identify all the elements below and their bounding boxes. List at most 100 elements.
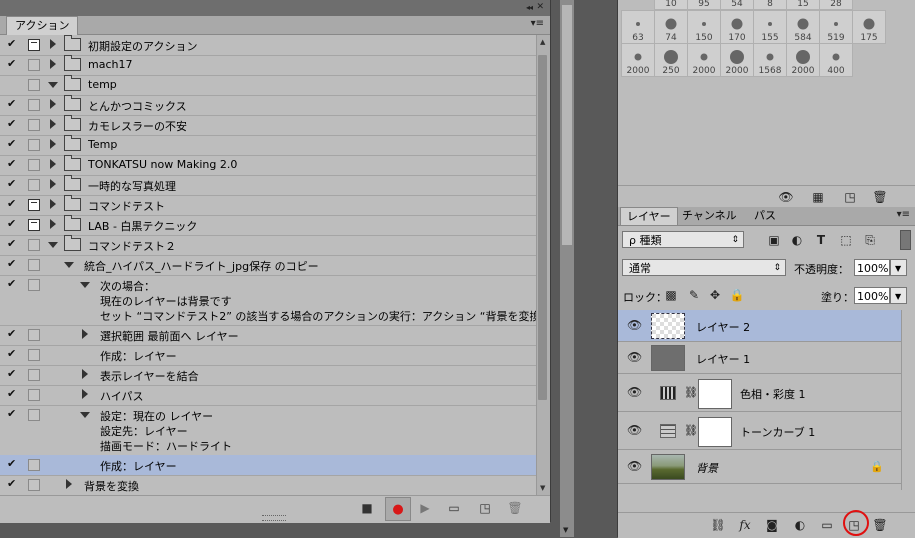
play-button[interactable]: ▶: [416, 500, 434, 516]
mask-link-icon[interactable]: ⛓: [684, 386, 698, 399]
shape-filter-icon[interactable]: ⬚: [838, 232, 854, 248]
toggle-checkmark-icon[interactable]: ✔: [7, 57, 19, 70]
close-panel-icon[interactable]: ✕: [536, 2, 544, 12]
new-action-button[interactable]: ◳: [476, 500, 494, 516]
brush-preset[interactable]: 10: [654, 0, 688, 10]
dialog-toggle-icon[interactable]: [28, 479, 40, 491]
fill-input[interactable]: 100%: [854, 287, 890, 304]
layer-name[interactable]: 背景: [696, 460, 718, 476]
brush-preset[interactable]: 63: [621, 10, 655, 44]
blend-mode-select[interactable]: 通常 ⇕: [622, 259, 786, 276]
visibility-eye-icon[interactable]: 👁: [627, 318, 642, 332]
layer-row[interactable]: 👁 レイヤー 2: [618, 310, 901, 342]
panel-menu-icon[interactable]: ▾≡: [897, 209, 910, 220]
new-adjustment-icon[interactable]: ◐: [791, 517, 809, 533]
layer-row[interactable]: 👁 ⛓ トーンカーブ 1: [618, 412, 901, 450]
visibility-eye-icon[interactable]: 👁: [627, 350, 642, 364]
expand-triangle-icon[interactable]: [50, 179, 56, 189]
actions-scroll-thumb[interactable]: [538, 55, 547, 400]
action-set-row[interactable]: ✔ コマンドテスト: [0, 195, 536, 216]
action-step-row[interactable]: ✔ 次の場合： 現在のレイヤーは背景です セット “コマンドテスト2” の該当する場合…: [0, 275, 536, 326]
curves-icon[interactable]: [660, 424, 676, 438]
dialog-toggle-icon[interactable]: [28, 409, 40, 421]
dialog-toggle-icon[interactable]: [28, 369, 40, 381]
delete-action-button[interactable]: 🗑: [506, 500, 524, 516]
collapse-triangle-icon[interactable]: [48, 82, 58, 88]
collapse-panel-icon[interactable]: ◂◂: [526, 3, 533, 12]
dialog-toggle-icon[interactable]: [28, 199, 40, 211]
visibility-eye-icon[interactable]: 👁: [627, 423, 642, 437]
toggle-checkmark-icon[interactable]: ✔: [7, 217, 19, 230]
action-set-row[interactable]: ✔ とんかつコミックス: [0, 95, 536, 116]
pixel-filter-icon[interactable]: ▣: [766, 232, 782, 248]
toggle-checkmark-icon[interactable]: ✔: [7, 117, 19, 130]
tab-actions[interactable]: アクション: [6, 16, 79, 35]
action-set-row[interactable]: ✔ 初期設定のアクション: [0, 35, 536, 56]
toggle-checkmark-icon[interactable]: ✔: [7, 327, 19, 340]
action-set-row[interactable]: ✔ 一時的な写真処理: [0, 175, 536, 196]
layer-name[interactable]: 色相・彩度 1: [740, 386, 806, 402]
tab-layers[interactable]: レイヤー: [620, 207, 678, 225]
delete-preset-icon[interactable]: 🗑: [872, 189, 888, 205]
document-scroll-thumb[interactable]: [562, 5, 572, 245]
mask-link-icon[interactable]: ⛓: [684, 424, 698, 437]
layer-name[interactable]: レイヤー 2: [696, 319, 750, 335]
toggle-checkmark-icon[interactable]: ✔: [7, 157, 19, 170]
brush-preset[interactable]: 2000: [720, 43, 754, 77]
layer-row[interactable]: 👁 レイヤー 1: [618, 342, 901, 374]
expand-triangle-icon[interactable]: [66, 479, 72, 489]
brush-preset[interactable]: 250: [654, 43, 688, 77]
layer-mask-thumbnail[interactable]: [698, 417, 732, 447]
action-step-row[interactable]: ✔ 統合_ハイパス_ハードライト_jpg保存 のコピー: [0, 255, 536, 276]
tab-paths[interactable]: パス: [748, 207, 782, 224]
layers-scrollbar[interactable]: [901, 310, 915, 490]
layer-thumbnail[interactable]: [651, 313, 685, 339]
layer-thumbnail[interactable]: [651, 454, 685, 480]
action-step-row[interactable]: ✔ 選択範囲 最前面へ レイヤー: [0, 325, 536, 346]
action-set-row[interactable]: ✔ カモレスラーの不安: [0, 115, 536, 136]
dialog-toggle-icon[interactable]: [28, 329, 40, 341]
dialog-toggle-icon[interactable]: [28, 389, 40, 401]
record-button[interactable]: ●: [385, 497, 411, 521]
toggle-checkmark-icon[interactable]: ✔: [7, 367, 19, 380]
toggle-checkmark-icon[interactable]: ✔: [7, 37, 19, 50]
brush-preset[interactable]: 2000: [687, 43, 721, 77]
dialog-toggle-icon[interactable]: [28, 99, 40, 111]
toggle-checkmark-icon[interactable]: ✔: [7, 197, 19, 210]
expand-triangle-icon[interactable]: [82, 389, 88, 399]
opacity-input[interactable]: 100%: [854, 259, 890, 276]
layer-mask-thumbnail[interactable]: [698, 379, 732, 409]
resize-grip[interactable]: [262, 515, 286, 521]
dialog-toggle-icon[interactable]: [28, 79, 40, 91]
brush-preset[interactable]: 95: [687, 0, 721, 10]
expand-triangle-icon[interactable]: [82, 369, 88, 379]
brush-preset[interactable]: 519: [819, 10, 853, 44]
expand-triangle-icon[interactable]: [50, 159, 56, 169]
dialog-toggle-icon[interactable]: [28, 159, 40, 171]
collapse-triangle-icon[interactable]: [80, 412, 90, 418]
toggle-checkmark-icon[interactable]: ✔: [7, 407, 19, 420]
action-set-row[interactable]: ✔ TONKATSU now Making 2.0: [0, 155, 536, 176]
dialog-toggle-icon[interactable]: [28, 279, 40, 291]
dialog-toggle-icon[interactable]: [28, 39, 40, 51]
brush-preset[interactable]: 54: [720, 0, 754, 10]
delete-layer-icon[interactable]: 🗑: [871, 517, 889, 533]
toggle-checkmark-icon[interactable]: ✔: [7, 257, 19, 270]
opacity-dropdown[interactable]: ▼: [890, 259, 907, 276]
action-set-row[interactable]: ✔ mach17: [0, 55, 536, 76]
layer-row[interactable]: 👁 ⛓ 色相・彩度 1: [618, 374, 901, 412]
brush-preset[interactable]: 8: [753, 0, 787, 10]
grid-view-icon[interactable]: ▦: [810, 189, 826, 205]
link-layers-icon[interactable]: ⛓: [709, 517, 727, 533]
action-step-row[interactable]: ✔ 設定：現在の レイヤー 設定先：レイヤー 描画モード：ハードライト: [0, 405, 536, 456]
fill-dropdown[interactable]: ▼: [890, 287, 907, 304]
adjustment-filter-icon[interactable]: ◐: [789, 232, 805, 248]
brush-preset[interactable]: 15: [786, 0, 820, 10]
toggle-checkmark-icon[interactable]: ✔: [7, 237, 19, 250]
action-step-row[interactable]: ✔ 作成：レイヤー: [0, 455, 536, 476]
dialog-toggle-icon[interactable]: [28, 179, 40, 191]
expand-triangle-icon[interactable]: [50, 119, 56, 129]
scroll-down-icon[interactable]: ▼: [540, 484, 545, 492]
dialog-toggle-icon[interactable]: [28, 259, 40, 271]
brush-preset[interactable]: 2000: [786, 43, 820, 77]
